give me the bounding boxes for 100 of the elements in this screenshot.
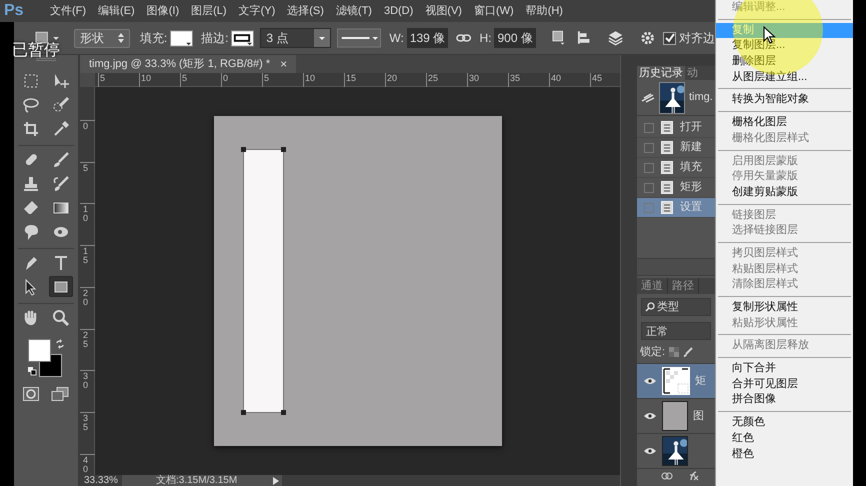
menu-item[interactable]: 复制形状属性: [716, 300, 853, 316]
move-icon[interactable]: [52, 72, 70, 90]
checkbox-icon[interactable]: [644, 202, 654, 212]
link-icon[interactable]: [661, 472, 673, 480]
stroke-type-dropdown[interactable]: [337, 28, 382, 48]
screen-mode-icon[interactable]: [51, 387, 69, 401]
path-operations-icon[interactable]: [552, 30, 566, 46]
menu-item[interactable]: 红色: [716, 430, 853, 446]
checkbox-icon[interactable]: [644, 142, 654, 152]
layer-name[interactable]: 图: [693, 408, 704, 424]
width-field[interactable]: 139 像: [406, 28, 448, 48]
crop-icon[interactable]: [22, 120, 40, 138]
quick-select-icon[interactable]: [52, 96, 70, 114]
menu-item[interactable]: 选择(S): [281, 0, 330, 22]
layer-row[interactable]: 矩: [637, 363, 715, 398]
menu-item[interactable]: 向下合并: [716, 361, 853, 377]
shape-layer-thumbnail[interactable]: [662, 367, 690, 395]
paused-label: 已暂停: [12, 42, 60, 60]
align-edges-checkbox[interactable]: 对齐边: [663, 29, 716, 47]
blend-mode-dropdown[interactable]: 正常: [641, 322, 711, 340]
filter-dropdown[interactable]: 类型: [641, 298, 711, 316]
menu-item[interactable]: 图像(I): [140, 0, 186, 22]
menu-item[interactable]: 无颜色: [716, 415, 853, 431]
ruler-label: 40: [83, 456, 90, 474]
settings-icon[interactable]: [640, 30, 656, 46]
brush-source-icon[interactable]: [641, 92, 655, 102]
menu-item[interactable]: 编辑(E): [92, 0, 141, 22]
play-icon[interactable]: [273, 476, 280, 484]
menu-item[interactable]: 文字(Y): [232, 0, 282, 22]
stroke-width-field[interactable]: 3 点: [260, 28, 332, 48]
panel-tab[interactable]: 历史记录: [637, 66, 685, 80]
menu-item[interactable]: 窗口(W): [468, 0, 520, 22]
checkbox-icon[interactable]: [644, 182, 654, 192]
menu-item[interactable]: 栅格化图层: [716, 115, 853, 131]
history-item[interactable]: 打开: [637, 118, 715, 138]
close-button[interactable]: ×: [280, 55, 288, 73]
ruler-label: 30: [83, 372, 90, 390]
lasso-icon[interactable]: [22, 96, 40, 114]
quick-mask-icon[interactable]: [23, 387, 39, 401]
ruler-label: 10: [305, 73, 316, 83]
eraser-icon[interactable]: [22, 198, 40, 216]
ruler-label: 35: [510, 73, 520, 83]
type-icon[interactable]: [52, 254, 70, 272]
search-icon: [645, 302, 655, 312]
menu-item[interactable]: 文件(F): [44, 0, 92, 22]
eye-icon[interactable]: [643, 412, 657, 420]
eye-icon[interactable]: [643, 377, 657, 385]
history-item[interactable]: 新建: [637, 138, 715, 158]
brush-icon[interactable]: [52, 150, 70, 168]
ruler-label: 20: [387, 73, 398, 83]
menu-item[interactable]: 创建剪贴蒙版: [716, 184, 853, 201]
menu-item[interactable]: 橙色: [716, 446, 853, 462]
menu-item[interactable]: 从图层建立组...: [716, 70, 853, 86]
height-field[interactable]: 900 像: [494, 28, 536, 48]
eye-icon[interactable]: [643, 447, 657, 455]
zoom-icon[interactable]: [52, 308, 70, 326]
menu-item[interactable]: 帮助(H): [520, 0, 569, 22]
rectangle-shape[interactable]: [243, 149, 284, 413]
checkbox-icon[interactable]: [644, 162, 654, 172]
eyedropper-icon[interactable]: [52, 120, 70, 138]
stamp-icon[interactable]: [22, 174, 40, 192]
ruler-label: 5: [182, 73, 188, 83]
fill-swatch[interactable]: [170, 30, 194, 46]
menu-item[interactable]: 视图(V): [419, 0, 468, 22]
layer-row[interactable]: 图: [637, 398, 715, 433]
panel-tab[interactable]: 动: [685, 66, 700, 80]
anchor-handle[interactable]: [241, 410, 246, 415]
menu-item[interactable]: 合并可见图层: [716, 376, 853, 392]
effects-icon[interactable]: [687, 470, 699, 480]
link-icon[interactable]: [456, 33, 472, 43]
menu-item[interactable]: 图层(L): [185, 0, 233, 22]
menu-item[interactable]: 拼合图像: [716, 392, 853, 408]
history-item[interactable]: 填充: [637, 158, 715, 178]
panel-tab[interactable]: 通道: [637, 278, 668, 294]
marquee-icon[interactable]: [22, 72, 40, 90]
anchor-handle[interactable]: [241, 147, 246, 152]
default-colors-icon[interactable]: [28, 367, 37, 376]
document-icon: [661, 161, 673, 174]
ruler-label: 0: [223, 73, 228, 83]
document-tab[interactable]: timg.jpg @ 33.3% (矩形 1, RGB/8#) * ×: [80, 55, 296, 73]
color-swatches-drawing[interactable]: [28, 339, 62, 377]
layer-thumbnail[interactable]: [662, 401, 688, 431]
checkbox-icon[interactable]: [644, 122, 654, 132]
anchor-handle[interactable]: [281, 410, 286, 415]
lock-paint-icon[interactable]: [683, 347, 694, 357]
menu-item[interactable]: 转换为智能对象: [716, 92, 853, 108]
menu-item[interactable]: 3D(D): [378, 0, 420, 22]
swap-colors-icon[interactable]: [55, 339, 65, 349]
panel-grip-icon[interactable]: [36, 58, 56, 62]
stroke-label: 描边:: [201, 30, 228, 47]
drop-icon[interactable]: [22, 222, 40, 240]
history-brush-icon[interactable]: [52, 174, 70, 192]
layer-row[interactable]: [637, 433, 715, 468]
mode-dropdown[interactable]: 形状: [74, 28, 130, 48]
panel-tab[interactable]: 路径: [668, 278, 699, 294]
menu-item[interactable]: 滤镜(T): [330, 0, 378, 22]
stroke-swatch[interactable]: [231, 30, 254, 46]
layer-name[interactable]: 矩: [695, 372, 706, 390]
arrange-icon[interactable]: [606, 29, 624, 47]
anchor-handle[interactable]: [281, 147, 286, 152]
